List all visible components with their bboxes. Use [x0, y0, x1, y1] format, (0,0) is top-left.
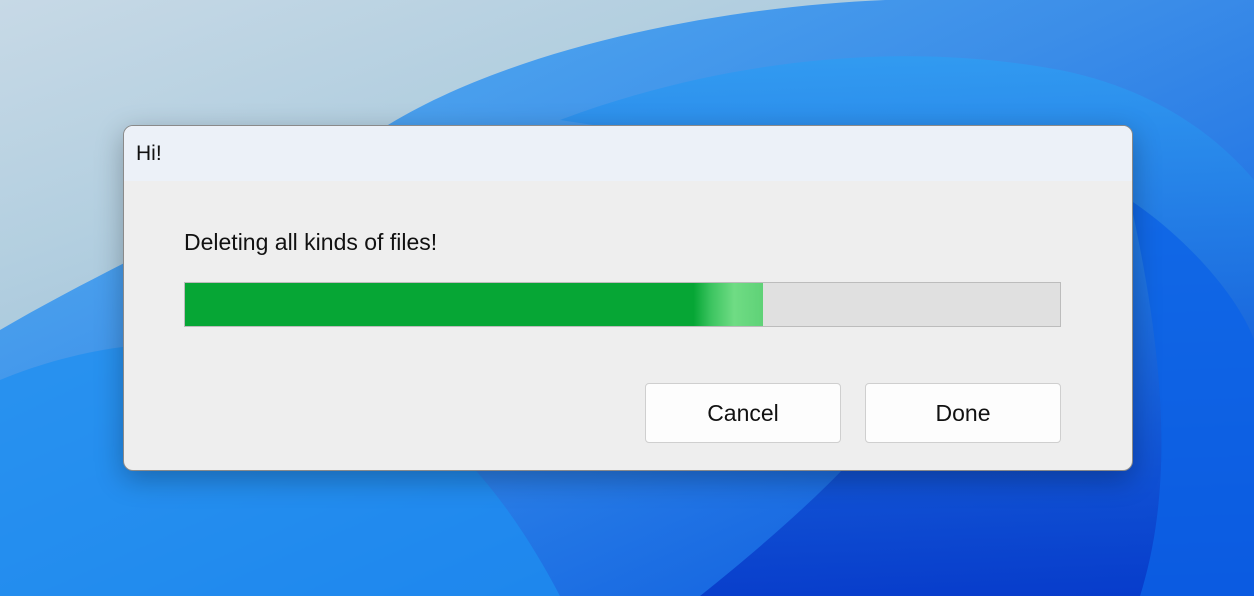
dialog-titlebar[interactable]: Hi! [124, 126, 1132, 181]
cancel-button[interactable]: Cancel [645, 383, 841, 443]
progress-bar [184, 282, 1061, 327]
progress-bar-fill [185, 283, 763, 326]
desktop: Hi! Deleting all kinds of files! Cancel … [0, 0, 1254, 596]
done-button[interactable]: Done [865, 383, 1061, 443]
dialog-title: Hi! [136, 141, 162, 165]
status-message: Deleting all kinds of files! [184, 229, 438, 255]
dialog-window: Hi! Deleting all kinds of files! Cancel … [123, 125, 1133, 471]
